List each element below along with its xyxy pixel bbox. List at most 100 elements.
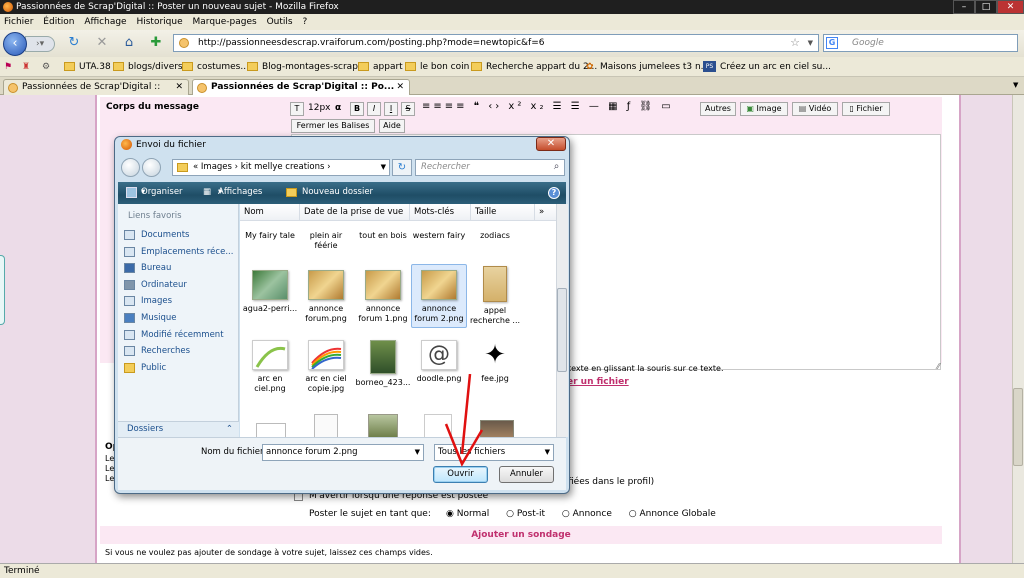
col-mots-cles[interactable]: Mots-clés bbox=[410, 204, 471, 220]
google-icon[interactable]: G bbox=[826, 37, 838, 49]
dialog-forward-button[interactable] bbox=[142, 158, 161, 177]
radio-annonce-globale[interactable]: ○ bbox=[629, 509, 640, 519]
search-icon[interactable]: ⌕ bbox=[550, 160, 563, 174]
chevron-down-icon[interactable]: ▼ bbox=[415, 445, 420, 460]
bookmark-blogs-divers[interactable]: blogs/divers bbox=[113, 57, 183, 76]
menu-marque-pages[interactable]: Marque-pages bbox=[193, 17, 257, 27]
image-button[interactable]: ▣ Image bbox=[740, 102, 788, 116]
star-icon[interactable]: ☆ bbox=[790, 35, 800, 51]
file-item[interactable]: agua2-perri... bbox=[242, 270, 298, 314]
filename-input[interactable]: annonce forum 2.png ▼ bbox=[262, 444, 424, 461]
page-scrollbar[interactable] bbox=[1012, 95, 1024, 563]
file-item[interactable]: western fairy bbox=[411, 231, 467, 241]
radio-normal[interactable]: ◉ bbox=[446, 509, 457, 519]
menu-edition[interactable]: Édition bbox=[43, 17, 74, 27]
fav-public[interactable]: Public bbox=[124, 361, 166, 376]
video-button[interactable]: ▤ Vidéo bbox=[792, 102, 838, 116]
bold-button[interactable]: B bbox=[350, 102, 364, 116]
upload-file-link[interactable]: er un fichier bbox=[567, 377, 629, 387]
minimize-button[interactable]: – bbox=[953, 0, 975, 14]
file-item[interactable]: arc en ciel copie.jpg bbox=[298, 340, 354, 394]
bookmark-icon-1[interactable]: ⚑ bbox=[4, 57, 12, 76]
align-icons[interactable]: ≡≡≡≡ ❝ ‹› x² x₂ ☰ ☰ — ▦ ƒ ⛓ ▭ bbox=[422, 101, 674, 112]
bookmark-costumes[interactable]: costumes... bbox=[182, 57, 249, 76]
col-taille[interactable]: Taille bbox=[471, 204, 535, 220]
help-icon[interactable]: ? bbox=[548, 187, 560, 199]
bookmark-icon-2[interactable]: ♜ bbox=[22, 57, 30, 76]
menu-outils[interactable]: Outils bbox=[267, 17, 293, 27]
fermer-balises-button[interactable]: Fermer les Balises bbox=[291, 119, 375, 133]
home-icon[interactable]: ⌂ bbox=[121, 35, 137, 51]
dialog-close-button[interactable]: ✕ bbox=[536, 137, 566, 151]
views-button[interactable]: Affichages ▾ bbox=[218, 182, 262, 203]
col-date[interactable]: Date de la prise de vue bbox=[300, 204, 410, 220]
add-bookmark-icon[interactable]: ✚ bbox=[148, 35, 164, 51]
fav-bureau[interactable]: Bureau bbox=[124, 261, 171, 276]
file-item[interactable]: annonce forum.png bbox=[298, 270, 354, 324]
fav-documents[interactable]: Documents bbox=[124, 228, 189, 243]
file-item[interactable]: zodiacs bbox=[467, 231, 523, 241]
stop-icon[interactable]: ✕ bbox=[94, 35, 110, 51]
font-size-value[interactable]: 12px bbox=[308, 103, 331, 113]
dialog-search-input[interactable]: Rechercher bbox=[415, 159, 565, 176]
chevron-down-icon[interactable]: ▼ bbox=[545, 445, 550, 460]
organize-button[interactable]: Organiser ▾ bbox=[141, 182, 183, 203]
url-bar[interactable]: http://passionneesdescrap.vraiforum.com/… bbox=[173, 34, 819, 52]
close-window-button[interactable]: ✕ bbox=[997, 0, 1024, 14]
menu-help[interactable]: ? bbox=[302, 17, 307, 27]
more-columns-icon[interactable]: » bbox=[535, 204, 556, 220]
menu-affichage[interactable]: Affichage bbox=[84, 17, 126, 27]
file-item[interactable]: tout en bois bbox=[355, 231, 411, 241]
italic-button[interactable]: I bbox=[367, 102, 381, 116]
file-item[interactable]: annonce forum 1.png bbox=[355, 270, 411, 324]
bookmark-uta38[interactable]: UTA.38 bbox=[64, 57, 111, 76]
tab-list-icon[interactable]: ▼ bbox=[1013, 81, 1018, 89]
bookmark-icon-3[interactable]: ⚙ bbox=[42, 57, 50, 76]
web-search-input[interactable]: Google bbox=[823, 34, 1018, 52]
strike-button[interactable]: S bbox=[401, 102, 415, 116]
dialog-back-button[interactable] bbox=[121, 158, 140, 177]
chevron-down-icon[interactable]: ▼ bbox=[381, 160, 386, 175]
autres-button[interactable]: Autres bbox=[700, 102, 736, 116]
reload-icon[interactable]: ↻ bbox=[66, 35, 82, 51]
path-breadcrumb[interactable]: « Images › kit mellye creations › ▼ bbox=[172, 159, 390, 176]
back-button[interactable]: ‹ bbox=[3, 32, 27, 56]
bookmark-arc-en-ciel[interactable]: PS Créez un arc en ciel su... bbox=[703, 57, 831, 76]
file-item[interactable]: plein air féérie bbox=[298, 231, 354, 251]
radio-postit[interactable]: ○ bbox=[506, 509, 517, 519]
tab-2[interactable]: Passionnées de Scrap'Digital :: Po... ✕ bbox=[192, 79, 410, 95]
document-icon[interactable] bbox=[314, 414, 338, 437]
refresh-icon[interactable]: ↻ bbox=[392, 159, 412, 176]
fav-images[interactable]: Images bbox=[124, 294, 172, 309]
breadcrumb-kit[interactable]: kit mellye creations bbox=[241, 162, 325, 172]
fav-musique[interactable]: Musique bbox=[124, 311, 177, 326]
forward-button[interactable]: ›▾ bbox=[25, 36, 55, 52]
close-tab-icon[interactable]: ✕ bbox=[175, 80, 183, 95]
bookmark-recherche-appart[interactable]: Recherche appart du 2... bbox=[471, 57, 597, 76]
radio-annonce[interactable]: ○ bbox=[562, 509, 573, 519]
aide-button[interactable]: Aide bbox=[379, 119, 405, 133]
file-item[interactable]: arc en ciel.png bbox=[242, 340, 298, 394]
fichier-button[interactable]: ▯ Fichier bbox=[842, 102, 890, 116]
fav-recherches[interactable]: Recherches bbox=[124, 344, 190, 359]
menu-fichier[interactable]: Fichier bbox=[4, 17, 33, 27]
fav-ordinateur[interactable]: Ordinateur bbox=[124, 278, 187, 293]
tab-1[interactable]: Passionnées de Scrap'Digital :: Post... … bbox=[3, 79, 189, 107]
resize-grip-icon[interactable]: ⁄⁄ bbox=[937, 362, 940, 371]
file-item-selected[interactable]: annonce forum 2.png bbox=[411, 264, 467, 328]
bookmark-blog-montages[interactable]: Blog-montages-scraps bbox=[247, 57, 363, 76]
bookmark-maisons[interactable]: ✿ Maisons jumelees t3 n... bbox=[586, 57, 709, 76]
col-nom[interactable]: Nom bbox=[240, 204, 300, 220]
page-scrollbar-thumb[interactable] bbox=[1013, 388, 1023, 466]
file-item[interactable]: My fairy tale bbox=[242, 231, 298, 241]
bookmark-appart[interactable]: appart bbox=[358, 57, 403, 76]
bookmark-le-bon-coin[interactable]: le bon coin bbox=[405, 57, 469, 76]
file-item-partial[interactable] bbox=[256, 423, 286, 437]
new-folder-button[interactable]: Nouveau dossier bbox=[302, 182, 373, 203]
side-handle[interactable] bbox=[0, 255, 5, 325]
close-tab-icon[interactable]: ✕ bbox=[396, 80, 404, 95]
fav-emplacements[interactable]: Emplacements réce... bbox=[124, 245, 233, 260]
breadcrumb-images[interactable]: Images bbox=[201, 162, 232, 172]
fav-modifie-recemment[interactable]: Modifié récemment bbox=[124, 328, 224, 343]
font-icon[interactable]: T bbox=[290, 102, 304, 116]
